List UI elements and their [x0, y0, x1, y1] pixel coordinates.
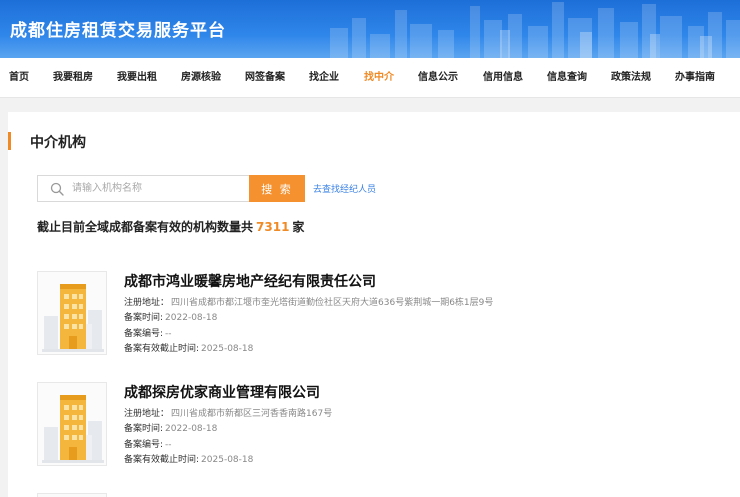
nav-item-find-company[interactable]: 找企业	[309, 58, 339, 98]
nav-item-policy[interactable]: 政策法规	[611, 58, 651, 98]
find-agent-link[interactable]: 去查找经纪人员	[313, 182, 376, 195]
search-icon	[50, 182, 64, 196]
building-icon	[38, 272, 106, 354]
agency-panel: 中介机构 搜 索 去查找经纪人员 截止目前全域成都备案有效的机构数量共7311家	[8, 112, 740, 497]
building-thumbnail	[37, 271, 107, 355]
site-title[interactable]: 成都住房租赁交易服务平台	[10, 16, 226, 41]
org-expiry: 备案有效截止时间: 2025-08-18	[124, 452, 253, 465]
agency-count-summary: 截止目前全域成都备案有效的机构数量共 7311 家	[37, 218, 304, 235]
field-value: 2022-08-18	[165, 313, 218, 323]
nav-item-guide[interactable]: 办事指南	[675, 58, 715, 98]
org-record-no: 备案编号: --	[124, 437, 172, 450]
org-name[interactable]: 成都探房优家商业管理有限公司	[124, 382, 320, 402]
org-address: 注册地址： 四川省成都市新都区三河香香南路167号	[124, 406, 332, 419]
main-nav: 首页 我要租房 我要出租 房源核验 网签备案 找企业 找中介 信息公示 信用信息…	[0, 58, 740, 98]
field-label: 备案时间:	[124, 424, 164, 434]
field-value: --	[165, 440, 172, 450]
nav-item-rent[interactable]: 我要租房	[53, 58, 93, 98]
org-record-time: 备案时间: 2022-08-18	[124, 421, 217, 434]
count-prefix: 截止目前全域成都备案有效的机构数量共	[37, 220, 254, 234]
org-address: 注册地址： 四川省成都市都江堰市奎光塔街道勤俭社区天府大道636号紫荆城一期6栋1…	[124, 295, 493, 308]
header-banner: 成都住房租赁交易服务平台	[0, 0, 740, 58]
nav-item-credit-info[interactable]: 信用信息	[483, 58, 523, 98]
field-value: 四川省成都市新都区三河香香南路167号	[171, 409, 333, 419]
search-input[interactable]	[72, 177, 244, 200]
building-icon	[38, 383, 106, 465]
field-label: 备案编号:	[124, 440, 164, 450]
field-value: 2025-08-18	[201, 344, 254, 354]
field-label: 注册地址：	[124, 298, 170, 308]
field-label: 备案有效截止时间:	[124, 455, 200, 465]
search-box	[37, 175, 249, 202]
org-record-time: 备案时间: 2022-08-18	[124, 310, 217, 323]
field-value: 四川省成都市都江堰市奎光塔街道勤俭社区天府大道636号紫荆城一期6栋1层9号	[171, 298, 494, 308]
field-label: 备案编号:	[124, 329, 164, 339]
org-name[interactable]: 成都市鸿业暖馨房地产经纪有限责任公司	[124, 271, 376, 291]
list-item[interactable]: 成都市鸿业暖馨房地产经纪有限责任公司 注册地址： 四川省成都市都江堰市奎光塔街道勤…	[37, 271, 717, 361]
search-button[interactable]: 搜 索	[249, 175, 305, 202]
org-expiry: 备案有效截止时间: 2025-08-18	[124, 341, 253, 354]
section-accent-bar	[8, 132, 11, 150]
field-label: 注册地址：	[124, 409, 170, 419]
nav-item-info-public[interactable]: 信息公示	[418, 58, 458, 98]
building-thumbnail	[37, 382, 107, 466]
nav-item-contract-record[interactable]: 网签备案	[245, 58, 285, 98]
list-item[interactable]: 成都探房优家商业管理有限公司 注册地址： 四川省成都市新都区三河香香南路167号 …	[37, 382, 717, 472]
nav-item-info-query[interactable]: 信息查询	[547, 58, 587, 98]
field-label: 备案时间:	[124, 313, 164, 323]
nav-item-find-agency[interactable]: 找中介	[364, 58, 394, 98]
section-title: 中介机构	[30, 135, 86, 151]
count-suffix: 家	[292, 220, 305, 234]
agency-count: 7311	[256, 220, 290, 234]
nav-item-home[interactable]: 首页	[9, 58, 29, 98]
field-value: 2022-08-18	[165, 424, 218, 434]
org-record-no: 备案编号: --	[124, 326, 172, 339]
nav-item-listing-verify[interactable]: 房源核验	[181, 58, 221, 98]
list-item-partial	[37, 493, 107, 497]
field-label: 备案有效截止时间:	[124, 344, 200, 354]
nav-item-lease-out[interactable]: 我要出租	[117, 58, 157, 98]
field-value: --	[165, 329, 172, 339]
field-value: 2025-08-18	[201, 455, 254, 465]
